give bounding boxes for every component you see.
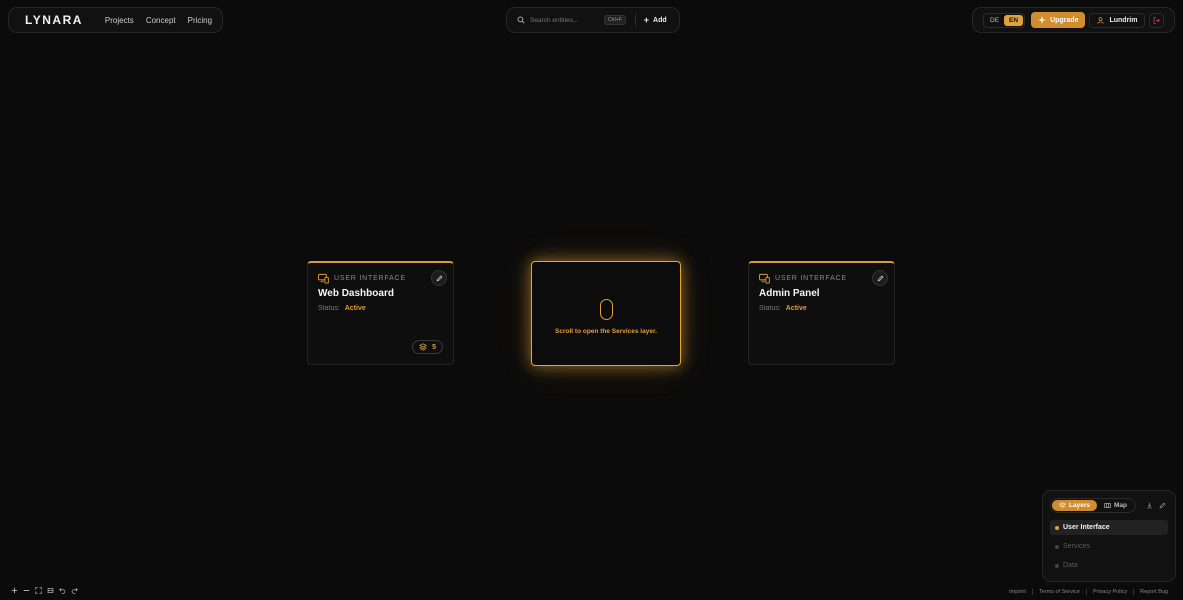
scroll-hint-text: Scroll to open the Services layer. <box>555 327 657 335</box>
search-divider <box>634 14 636 26</box>
view-tab-group: Layers Map <box>1050 498 1136 513</box>
undo-icon <box>58 587 65 594</box>
monitor-device-icon <box>318 273 329 284</box>
tab-map-label: Map <box>1113 502 1127 509</box>
scroll-hint-card[interactable]: Scroll to open the Services layer. <box>531 261 681 366</box>
layers-icon <box>1059 502 1066 508</box>
add-button[interactable]: + Add <box>644 15 667 25</box>
logout-icon <box>1154 16 1161 24</box>
entity-card-admin-panel[interactable]: USER INTERFACE Admin Panel Status: Activ… <box>748 261 895 365</box>
logout-button[interactable] <box>1149 12 1165 28</box>
search-bar: Ctrl+F + Add <box>506 7 680 33</box>
plus-icon: + <box>643 15 650 25</box>
layer-label: Services <box>1063 543 1090 550</box>
layer-dot-icon <box>1055 563 1059 568</box>
card-type-label: USER INTERFACE <box>775 275 847 282</box>
tab-map[interactable]: Map <box>1097 500 1134 511</box>
user-name: Lundrim <box>1109 16 1138 24</box>
brand-name[interactable]: LYNARA <box>25 13 83 27</box>
fullscreen-icon <box>34 586 42 594</box>
layer-dot-icon <box>1055 525 1059 530</box>
minimap-button[interactable] <box>45 585 55 595</box>
nav-pricing[interactable]: Pricing <box>188 16 212 25</box>
card-status: Status: Active <box>759 305 884 312</box>
layer-item-services[interactable]: Services <box>1050 539 1168 554</box>
upgrade-label: Upgrade <box>1050 16 1079 24</box>
plus-icon <box>11 587 17 593</box>
status-value: Active <box>344 305 366 312</box>
sparkle-icon <box>1038 16 1047 24</box>
nav-projects[interactable]: Projects <box>105 16 134 25</box>
search-shortcut-badge: Ctrl+F <box>604 15 626 25</box>
footer-privacy[interactable]: Privacy Policy <box>1085 589 1133 595</box>
card-title: Admin Panel <box>759 288 820 299</box>
lang-en-button[interactable]: EN <box>1004 14 1024 26</box>
search-icon <box>517 16 525 24</box>
lang-de-button[interactable]: DE <box>985 15 1004 26</box>
redo-icon <box>71 587 78 594</box>
layer-label: Data <box>1063 562 1078 569</box>
layers-stack-icon <box>419 343 428 351</box>
status-label: Status: <box>759 305 781 312</box>
layer-item-data[interactable]: Data <box>1050 558 1168 573</box>
main-nav: LYNARA Projects Concept Pricing <box>8 7 223 33</box>
redo-button[interactable] <box>69 585 79 595</box>
count-value: 5 <box>432 343 436 351</box>
pencil-icon <box>436 275 442 281</box>
footer-report-bug[interactable]: Report Bug <box>1133 589 1174 595</box>
fit-view-button[interactable] <box>33 585 43 595</box>
tab-layers[interactable]: Layers <box>1052 500 1097 511</box>
status-value: Active <box>785 305 807 312</box>
layer-item-user-interface[interactable]: User Interface <box>1050 520 1168 535</box>
layer-dot-icon <box>1055 544 1059 549</box>
entity-card-web-dashboard[interactable]: USER INTERFACE Web Dashboard Status: Act… <box>307 261 454 365</box>
map-icon <box>1104 503 1111 508</box>
card-type: USER INTERFACE <box>318 273 443 284</box>
frame-icon <box>47 587 53 593</box>
upgrade-button[interactable]: Upgrade <box>1031 12 1086 28</box>
card-type-label: USER INTERFACE <box>334 275 406 282</box>
card-status: Status: Active <box>318 305 443 312</box>
zoom-out-button[interactable] <box>21 585 31 595</box>
footer-links: Imprint Terms of Service Privacy Policy … <box>1003 589 1174 595</box>
download-button[interactable] <box>1144 499 1155 513</box>
add-button-label: Add <box>653 16 667 24</box>
mouse-scroll-icon <box>599 298 613 320</box>
nav-concept[interactable]: Concept <box>146 16 176 25</box>
card-type: USER INTERFACE <box>759 273 884 284</box>
layers-panel: Layers Map User Interface Services Data <box>1042 490 1176 582</box>
pencil-icon <box>1159 502 1166 509</box>
pencil-icon <box>877 275 883 281</box>
language-switch: DE EN <box>983 12 1026 28</box>
edit-button[interactable] <box>872 270 888 286</box>
zoom-in-button[interactable] <box>9 585 19 595</box>
monitor-device-icon <box>759 273 770 284</box>
edit-layers-button[interactable] <box>1157 499 1168 513</box>
minus-icon <box>23 589 29 591</box>
footer-terms[interactable]: Terms of Service <box>1031 589 1086 595</box>
footer-imprint[interactable]: Imprint <box>1003 589 1032 595</box>
layers-count-badge[interactable]: 5 <box>412 340 443 354</box>
header-right: DE EN Upgrade Lundrim <box>972 7 1175 33</box>
canvas-controls <box>9 585 81 595</box>
layers-panel-tabs: Layers Map <box>1050 498 1168 513</box>
download-icon <box>1146 502 1152 509</box>
search-input[interactable] <box>530 16 604 24</box>
tab-layers-label: Layers <box>1069 502 1090 509</box>
user-icon <box>1097 16 1105 24</box>
undo-button[interactable] <box>57 585 67 595</box>
user-button[interactable]: Lundrim <box>1089 12 1146 28</box>
layer-label: User Interface <box>1063 524 1110 531</box>
status-label: Status: <box>318 305 340 312</box>
card-title: Web Dashboard <box>318 288 394 299</box>
edit-button[interactable] <box>431 270 447 286</box>
